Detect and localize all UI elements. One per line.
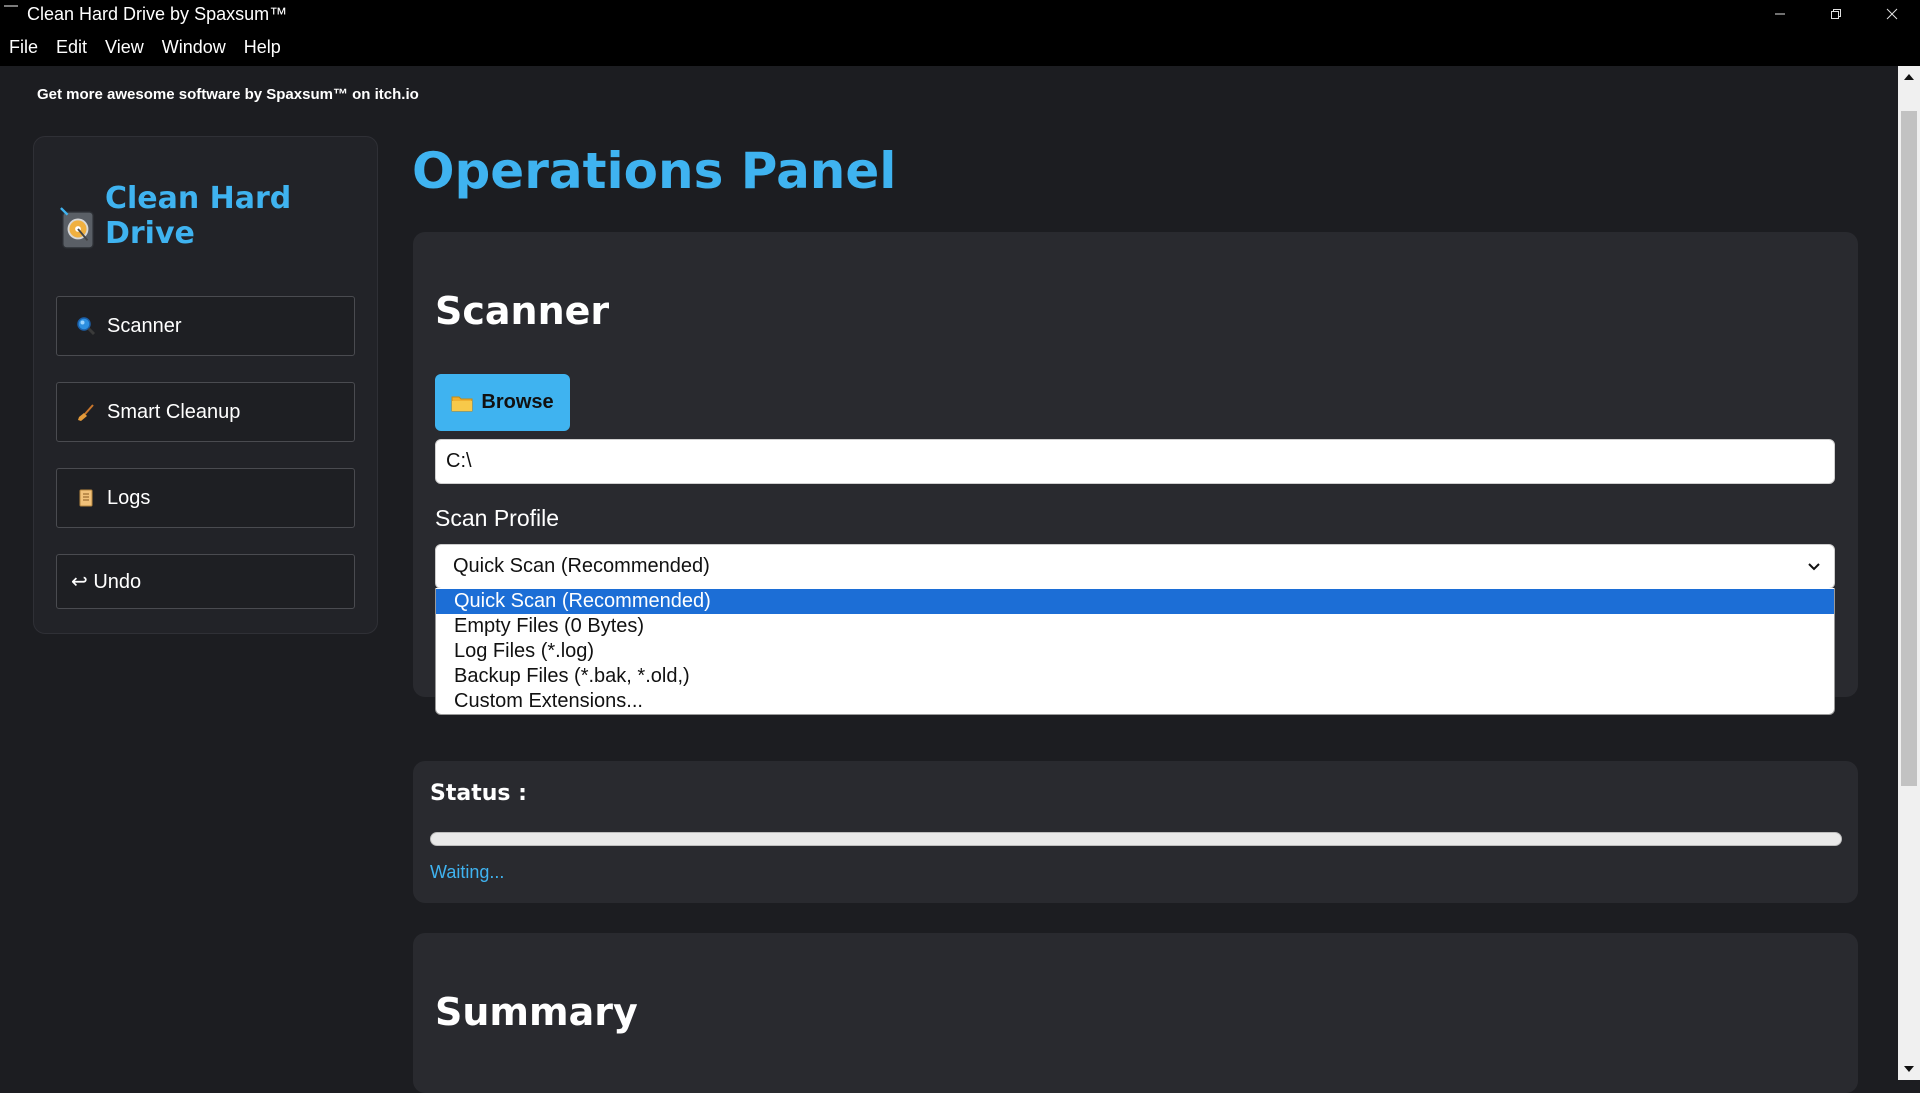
sidebar-item-label: Smart Cleanup bbox=[107, 400, 241, 423]
arrow-up-icon bbox=[1904, 74, 1914, 80]
window-controls bbox=[1752, 0, 1920, 28]
hard-drive-icon bbox=[60, 207, 94, 249]
sidebar-item-smart-cleanup[interactable]: Smart Cleanup bbox=[56, 382, 355, 442]
scroll-up-button[interactable] bbox=[1898, 66, 1920, 88]
menu-window[interactable]: Window bbox=[153, 37, 235, 58]
status-text: Waiting... bbox=[430, 862, 505, 882]
status-card: Status : Waiting... bbox=[413, 761, 1858, 903]
sidebar: Clean Hard Drive Scanner Smart Cleanup L… bbox=[33, 136, 378, 634]
brand: Clean Hard Drive bbox=[59, 181, 377, 251]
menu-file[interactable]: File bbox=[0, 37, 47, 58]
browse-label: Browse bbox=[481, 391, 554, 413]
sidebar-item-scanner[interactable]: Scanner bbox=[56, 296, 355, 356]
broom-icon bbox=[75, 401, 97, 423]
folder-icon bbox=[451, 396, 473, 411]
browse-button[interactable]: Browse bbox=[435, 374, 570, 431]
progress-bar bbox=[430, 832, 1842, 846]
minimize-icon bbox=[1775, 13, 1785, 15]
dropdown-option[interactable]: Empty Files (0 Bytes) bbox=[436, 614, 1834, 639]
page-title: Operations Panel bbox=[412, 142, 897, 200]
sidebar-item-label: ↩ Undo bbox=[71, 571, 142, 593]
scan-profile-dropdown: Quick Scan (Recommended) Empty Files (0 … bbox=[435, 588, 1835, 715]
sidebar-item-label: Logs bbox=[107, 486, 151, 509]
restore-button[interactable] bbox=[1808, 0, 1864, 28]
promo-link[interactable]: Get more awesome software by Spaxsum™ on… bbox=[37, 86, 419, 103]
close-button[interactable] bbox=[1864, 0, 1920, 28]
app-icon bbox=[4, 5, 18, 11]
close-icon bbox=[1886, 8, 1898, 20]
scroll-icon bbox=[75, 487, 97, 509]
window-title: Clean Hard Drive by Spaxsum™ bbox=[27, 3, 288, 24]
scan-profile-select[interactable]: Quick Scan (Recommended) bbox=[435, 544, 1835, 589]
menu-bar: File Edit View Window Help bbox=[0, 28, 1920, 66]
menu-edit[interactable]: Edit bbox=[47, 37, 96, 58]
scan-profile-label: Scan Profile bbox=[435, 505, 560, 531]
minimize-button[interactable] bbox=[1752, 0, 1808, 28]
chevron-down-icon bbox=[1808, 563, 1820, 571]
arrow-down-icon bbox=[1904, 1066, 1914, 1072]
path-input[interactable]: C:\ bbox=[435, 439, 1835, 484]
dropdown-option[interactable]: Backup Files (*.bak, *.old,) bbox=[436, 664, 1834, 689]
status-label: Status : bbox=[430, 781, 527, 806]
dropdown-option[interactable]: Quick Scan (Recommended) bbox=[436, 589, 1834, 614]
scroll-down-button[interactable] bbox=[1898, 1058, 1920, 1080]
summary-card: Summary bbox=[413, 933, 1858, 1093]
dropdown-option[interactable]: Custom Extensions... bbox=[436, 689, 1834, 714]
menu-help[interactable]: Help bbox=[235, 37, 290, 58]
title-bar: Clean Hard Drive by Spaxsum™ bbox=[0, 0, 1920, 28]
summary-title: Summary bbox=[435, 990, 638, 1034]
sidebar-item-logs[interactable]: Logs bbox=[56, 468, 355, 528]
brand-name: Clean Hard Drive bbox=[104, 181, 292, 251]
scan-profile-value: Quick Scan (Recommended) bbox=[453, 555, 710, 577]
vertical-scrollbar[interactable] bbox=[1898, 66, 1920, 1080]
content-area: Get more awesome software by Spaxsum™ on… bbox=[0, 66, 1898, 1093]
scroll-thumb[interactable] bbox=[1901, 111, 1917, 786]
menu-view[interactable]: View bbox=[96, 37, 153, 58]
restore-icon bbox=[1831, 9, 1841, 19]
sidebar-item-undo[interactable]: ↩ Undo bbox=[56, 554, 355, 609]
magnifier-icon bbox=[75, 315, 97, 337]
sidebar-item-label: Scanner bbox=[107, 314, 182, 337]
dropdown-option[interactable]: Log Files (*.log) bbox=[436, 639, 1834, 664]
scanner-title: Scanner bbox=[435, 289, 610, 333]
